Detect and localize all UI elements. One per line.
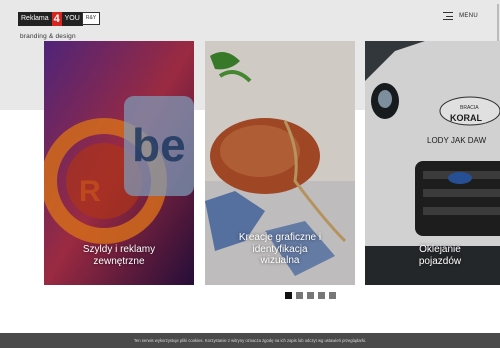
logo[interactable]: Reklama 4 YOU xyxy=(18,12,83,26)
partner-badge: R&Y xyxy=(82,12,100,25)
card-label-line: wizualna xyxy=(260,255,300,266)
card-label-line: identyfikacja xyxy=(252,243,308,255)
card-label-line: zewnętrzne xyxy=(93,255,145,267)
pagination-dot[interactable] xyxy=(307,292,314,299)
pagination-dot[interactable] xyxy=(296,292,303,299)
pagination-dot[interactable] xyxy=(318,292,325,299)
card-label-line: Szyldy i reklamy xyxy=(82,244,156,255)
menu-label: MENU xyxy=(459,13,478,19)
card-label-line: pojazdów xyxy=(418,255,462,267)
scrollbar[interactable] xyxy=(497,4,499,44)
cookie-bar: Ten serwis wykorzystuje pliki cookies. K… xyxy=(0,333,500,348)
menu-button[interactable]: MENU xyxy=(443,12,478,20)
card-label-line: Kreacje graficzne i xyxy=(238,232,322,243)
pagination-dot[interactable] xyxy=(329,292,336,299)
card-vehicles[interactable]: BRACIA KORAL LODY JAK DAW Oklejanie poja… xyxy=(365,41,500,285)
cookie-notice: Ten serwis wykorzystuje pliki cookies. K… xyxy=(133,338,367,343)
pagination-dot[interactable] xyxy=(285,292,292,299)
tagline: branding & design xyxy=(20,33,76,40)
hamburger-icon xyxy=(443,12,454,20)
card-label: Oklejanie pojazdów xyxy=(365,244,500,267)
card-signs[interactable]: be R Szyldy i reklamy zewnętrzne xyxy=(44,41,194,285)
logo-text: Reklama xyxy=(18,12,52,26)
slider-pagination xyxy=(285,292,336,299)
card-label: Kreacje graficzne i identyfikacja wizual… xyxy=(205,232,355,267)
logo-number: 4 xyxy=(51,12,62,26)
card-label: Szyldy i reklamy zewnętrzne xyxy=(44,244,194,267)
logo-suffix: YOU xyxy=(61,12,83,26)
card-graphics[interactable]: Kreacje graficzne i identyfikacja wizual… xyxy=(205,41,355,285)
card-label-line: Oklejanie xyxy=(419,244,461,255)
